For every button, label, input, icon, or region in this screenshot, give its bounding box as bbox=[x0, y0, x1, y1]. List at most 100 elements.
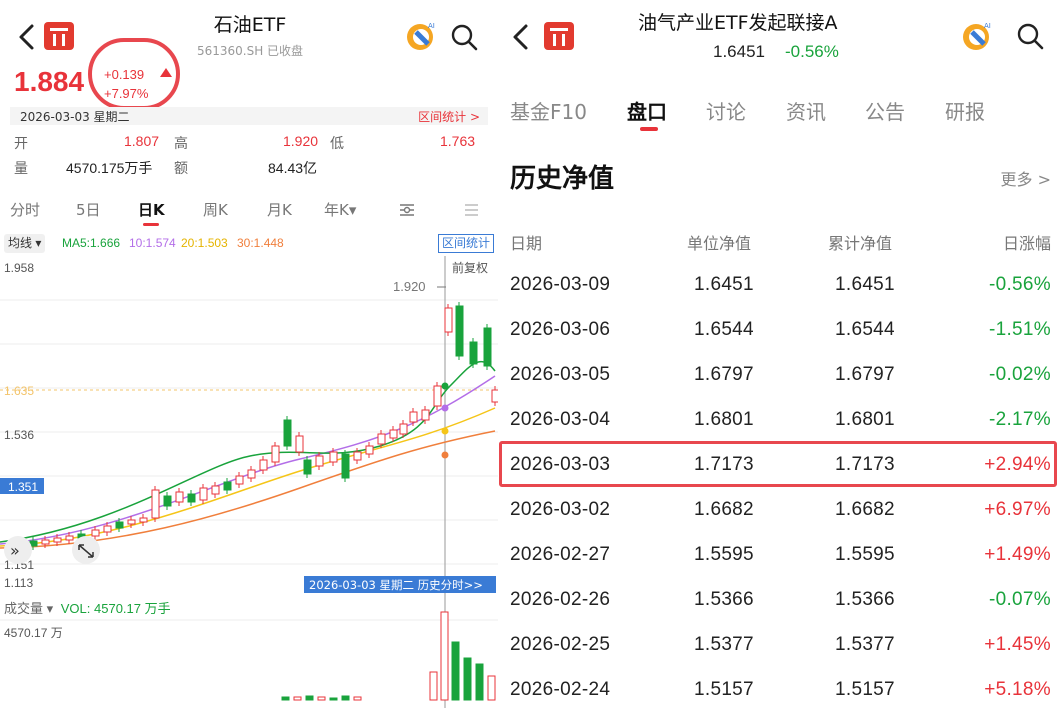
back-arrow-icon[interactable] bbox=[508, 22, 534, 52]
search-icon[interactable] bbox=[450, 23, 478, 51]
volume-header: 成交量 ▾ VOL: 4570.17 万手 bbox=[4, 598, 171, 617]
tab-discussion[interactable]: 讨论 bbox=[706, 96, 746, 125]
svg-text:AI: AI bbox=[984, 22, 991, 30]
cell-chg: -0.02% bbox=[988, 364, 1051, 385]
fund-change: -0.56% bbox=[785, 42, 839, 61]
price-change: +0.139 +7.97% bbox=[104, 65, 148, 103]
cell-nav: 1.6797 bbox=[694, 364, 754, 385]
active-tab-underline bbox=[143, 223, 159, 226]
tab-research[interactable]: 研报 bbox=[945, 96, 985, 125]
cell-chg: +6.97% bbox=[984, 499, 1051, 520]
candle bbox=[139, 517, 148, 523]
candle bbox=[353, 451, 362, 461]
table-row[interactable]: 2026-03-04 1.6801 1.6801 -2.17% bbox=[498, 397, 1061, 442]
section-title: 历史净值 bbox=[510, 164, 615, 194]
ma20-point bbox=[441, 427, 449, 435]
table-row[interactable]: 2026-03-02 1.6682 1.6682 +6.97% bbox=[498, 487, 1061, 532]
ma-line bbox=[0, 430, 496, 549]
volume-bar bbox=[475, 663, 484, 701]
table-row[interactable]: 2026-03-05 1.6797 1.6797 -0.02% bbox=[498, 352, 1061, 397]
volume-bar bbox=[281, 696, 290, 701]
quote-date-bar: 2026-03-03 星期二 区间统计 > bbox=[10, 107, 488, 125]
menu-lines-icon[interactable] bbox=[462, 201, 480, 219]
volume-max-label: 4570.17 万 bbox=[4, 626, 63, 640]
candle bbox=[187, 493, 196, 503]
table-row[interactable]: 2026-02-26 1.5366 1.5366 -0.07% bbox=[498, 577, 1061, 622]
history-tip: 2026-03-03 星期二 历史分时>> bbox=[309, 578, 483, 592]
svg-text:AI: AI bbox=[428, 22, 435, 30]
expand-button bbox=[72, 536, 100, 564]
ma-select[interactable]: 均线 ▾ bbox=[4, 234, 46, 253]
y-axis-label: 1.958 bbox=[4, 261, 34, 275]
cell-acc: 1.5377 bbox=[835, 634, 895, 655]
back-arrow-icon[interactable] bbox=[14, 22, 40, 52]
table-row[interactable]: 2026-02-25 1.5377 1.5377 +1.45% bbox=[498, 622, 1061, 667]
tab-minute[interactable]: 分时 bbox=[10, 199, 40, 220]
cell-acc: 1.6801 bbox=[835, 409, 895, 430]
tab-5day[interactable]: 5日 bbox=[76, 199, 101, 220]
candle bbox=[455, 305, 464, 357]
cell-chg: -2.17% bbox=[988, 409, 1051, 430]
cell-date: 2026-03-09 bbox=[510, 274, 611, 295]
ai-assistant-icon[interactable]: AI bbox=[960, 20, 994, 52]
volume-bar bbox=[329, 697, 338, 701]
tab-yearly-k[interactable]: 年K▾ bbox=[324, 199, 356, 220]
cell-nav: 1.6451 bbox=[694, 274, 754, 295]
volume-bar bbox=[353, 696, 362, 701]
ma20-label: 20:1.503 bbox=[181, 236, 228, 250]
col-header-date: 日期 bbox=[510, 234, 543, 253]
candle bbox=[365, 445, 374, 455]
candle bbox=[433, 385, 442, 407]
ai-assistant-icon[interactable]: AI bbox=[404, 20, 438, 52]
cell-date: 2026-03-04 bbox=[510, 409, 611, 430]
table-row[interactable]: 2026-03-09 1.6451 1.6451 -0.56% bbox=[498, 262, 1061, 307]
cell-acc: 1.6544 bbox=[835, 319, 895, 340]
fund-tabs: 基金F10 盘口 讨论 资讯 公告 研报 bbox=[498, 92, 1061, 131]
search-icon[interactable] bbox=[1016, 22, 1044, 50]
tab-pankou[interactable]: 盘口 bbox=[627, 96, 667, 125]
range-stats-button[interactable]: 区间统计 bbox=[437, 234, 494, 253]
tab-daily-k[interactable]: 日K bbox=[138, 199, 165, 220]
candle bbox=[469, 341, 478, 365]
candle bbox=[399, 423, 408, 435]
volume-select[interactable]: 成交量 ▾ bbox=[4, 601, 53, 616]
open-value: 1.807 bbox=[124, 133, 160, 149]
cell-acc: 1.6682 bbox=[835, 499, 895, 520]
candle bbox=[53, 537, 62, 543]
candle bbox=[199, 487, 208, 501]
more-link[interactable]: 更多 > bbox=[1001, 166, 1052, 190]
range-stats-link[interactable]: 区间统计 > bbox=[418, 108, 480, 125]
change-pct: +7.97% bbox=[104, 86, 149, 101]
ma-line bbox=[0, 375, 496, 545]
tab-weekly-k[interactable]: 周K bbox=[203, 199, 228, 220]
candle bbox=[409, 411, 418, 423]
tab-monthly-k[interactable]: 月K bbox=[267, 199, 292, 220]
tab-announcements[interactable]: 公告 bbox=[865, 96, 905, 125]
cell-chg: +1.49% bbox=[984, 544, 1051, 565]
candle bbox=[444, 307, 453, 333]
cell-chg: -0.07% bbox=[988, 589, 1051, 610]
adjust-mode-label: 前复权 bbox=[452, 260, 488, 275]
candle bbox=[163, 495, 172, 507]
volume-bar bbox=[463, 657, 472, 701]
cell-nav: 1.6544 bbox=[694, 319, 754, 340]
candle bbox=[115, 521, 124, 529]
tab-news[interactable]: 资讯 bbox=[786, 96, 826, 125]
high-mark-label: 1.920 bbox=[393, 279, 426, 294]
quote-date: 2026-03-03 星期二 bbox=[20, 110, 130, 124]
high-label: 高 bbox=[174, 135, 188, 151]
table-row[interactable]: 2026-03-06 1.6544 1.6544 -1.51% bbox=[498, 307, 1061, 352]
candle bbox=[303, 459, 312, 475]
table-row[interactable]: 2026-02-24 1.5157 1.5157 +5.18% bbox=[498, 667, 1061, 708]
tab-fund-f10[interactable]: 基金F10 bbox=[510, 96, 587, 125]
amount-value: 84.43亿 bbox=[268, 160, 318, 176]
table-row[interactable]: 2026-02-27 1.5595 1.5595 +1.49% bbox=[498, 532, 1061, 577]
chart-settings-icon[interactable] bbox=[398, 201, 416, 219]
cell-chg: -1.51% bbox=[988, 319, 1051, 340]
ma-line bbox=[0, 360, 496, 543]
kline-chart[interactable]: 1.9581.6351.5361.3511.1511.113前复权1.92020… bbox=[0, 256, 498, 596]
low-label: 低 bbox=[330, 135, 344, 151]
cell-nav: 1.5157 bbox=[694, 679, 754, 700]
candle bbox=[259, 459, 268, 471]
y-axis-label: 1.635 bbox=[4, 384, 34, 398]
